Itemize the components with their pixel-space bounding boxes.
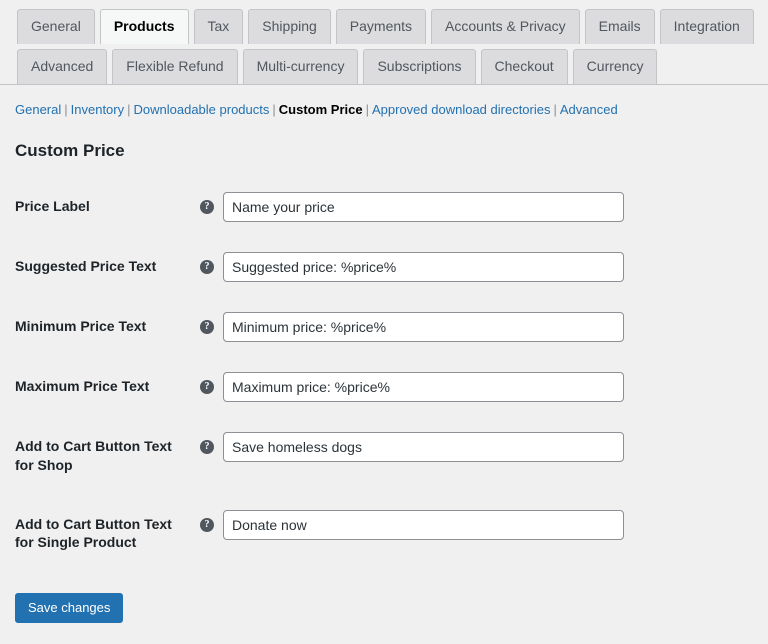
subnav-separator: | (127, 102, 131, 117)
input-add-to-cart-button-text-for-single-product[interactable] (223, 509, 624, 540)
help-icon[interactable]: ? (200, 439, 214, 454)
nav-tab-emails[interactable]: Emails (584, 9, 655, 44)
save-changes-button[interactable]: Save changes (15, 593, 124, 624)
settings-tab-row-primary: General Products Tax Shipping Payments Accoun… (17, 9, 768, 44)
field-label-add-to-cart-button-text-for-single-product: Add to Cart Button Text for Single Produ… (15, 515, 172, 551)
nav-tab-integration[interactable]: Integration (659, 9, 754, 44)
subnav-separator: | (553, 102, 557, 117)
form-label-cell: Suggested Price Text (0, 237, 200, 297)
subnav-item-downloadable-products[interactable]: Downloadable products (134, 102, 270, 117)
nav-tab-advanced[interactable]: Advanced (17, 49, 108, 84)
nav-tab-accounts-privacy[interactable]: Accounts & Privacy (431, 9, 580, 44)
form-row-minimum-price-text: Minimum Price Text? (0, 297, 768, 357)
form-field-cell: ? (200, 237, 768, 297)
subnav-item-general[interactable]: General (15, 102, 61, 117)
subnav-item-advanced[interactable]: Advanced (560, 102, 618, 117)
field-wrapper: ? (200, 311, 758, 342)
form-row-maximum-price-text: Maximum Price Text? (0, 357, 768, 417)
field-label-minimum-price-text: Minimum Price Text (15, 317, 147, 334)
form-label-cell: Maximum Price Text (0, 357, 200, 417)
nav-tab-flexible-refund[interactable]: Flexible Refund (112, 49, 238, 84)
subnav-separator: | (64, 102, 68, 117)
form-row-add-to-cart-button-text-for-shop: Add to Cart Button Text for Shop? (0, 417, 768, 495)
submit-row: Save changes (0, 585, 768, 624)
form-label-cell: Price Label (0, 177, 200, 237)
subnav-item-custom-price[interactable]: Custom Price (279, 102, 363, 117)
settings-tab-row-secondary: Advanced Flexible Refund Multi-currency Sub… (17, 49, 768, 84)
nav-tab-checkout[interactable]: Checkout (480, 49, 568, 84)
settings-form-body: Price Label?Suggested Price Text?Minimum… (0, 177, 768, 573)
field-wrapper: ? (200, 371, 758, 402)
nav-tab-tax[interactable]: Tax (193, 9, 244, 44)
help-icon[interactable]: ? (200, 199, 214, 214)
help-icon[interactable]: ? (200, 379, 214, 394)
form-row-price-label: Price Label? (0, 177, 768, 237)
form-field-cell: ? (200, 297, 768, 357)
form-field-cell: ? (200, 495, 768, 573)
page-title: Custom Price (15, 141, 125, 160)
field-label-price-label: Price Label (15, 197, 90, 214)
nav-tab-currency[interactable]: Currency (572, 49, 658, 84)
help-icon[interactable]: ? (200, 319, 214, 334)
input-minimum-price-text[interactable] (223, 311, 624, 342)
input-maximum-price-text[interactable] (223, 371, 624, 402)
nav-tab-multi-currency[interactable]: Multi-currency (242, 49, 359, 84)
field-wrapper: ? (200, 431, 758, 462)
settings-tab-navigation: General Products Tax Shipping Payments Accoun… (0, 0, 768, 85)
subnav-item-approved-download-directories[interactable]: Approved download directories (372, 102, 551, 117)
nav-tab-general[interactable]: General (17, 9, 95, 44)
nav-tab-payments[interactable]: Payments (335, 9, 427, 44)
subnav-separator: | (272, 102, 276, 117)
field-label-suggested-price-text: Suggested Price Text (15, 257, 157, 274)
field-wrapper: ? (200, 191, 758, 222)
input-suggested-price-text[interactable] (223, 251, 624, 282)
input-add-to-cart-button-text-for-shop[interactable] (223, 431, 624, 462)
form-label-cell: Add to Cart Button Text for Single Produ… (0, 495, 200, 573)
custom-price-settings-form: Price Label?Suggested Price Text?Minimum… (0, 177, 768, 624)
input-price-label[interactable] (223, 191, 624, 222)
form-field-cell: ? (200, 417, 768, 495)
help-icon[interactable]: ? (200, 517, 214, 532)
settings-form-table: Price Label?Suggested Price Text?Minimum… (0, 177, 768, 573)
nav-tab-products[interactable]: Products (99, 9, 189, 44)
form-field-cell: ? (200, 357, 768, 417)
section-subnav: General | Inventory | Downloadable products |… (0, 85, 768, 123)
form-row-add-to-cart-button-text-for-single-product: Add to Cart Button Text for Single Produ… (0, 495, 768, 573)
form-field-cell: ? (200, 177, 768, 237)
nav-tab-shipping[interactable]: Shipping (248, 9, 331, 44)
subnav-item-inventory[interactable]: Inventory (71, 102, 124, 117)
help-icon[interactable]: ? (200, 259, 214, 274)
form-row-suggested-price-text: Suggested Price Text? (0, 237, 768, 297)
field-wrapper: ? (200, 251, 758, 282)
field-wrapper: ? (200, 509, 758, 540)
subnav-separator: | (365, 102, 369, 117)
form-label-cell: Minimum Price Text (0, 297, 200, 357)
form-label-cell: Add to Cart Button Text for Shop (0, 417, 200, 495)
nav-tab-subscriptions[interactable]: Subscriptions (363, 49, 476, 84)
field-label-maximum-price-text: Maximum Price Text (15, 377, 150, 394)
field-label-add-to-cart-button-text-for-shop: Add to Cart Button Text for Shop (15, 437, 172, 473)
